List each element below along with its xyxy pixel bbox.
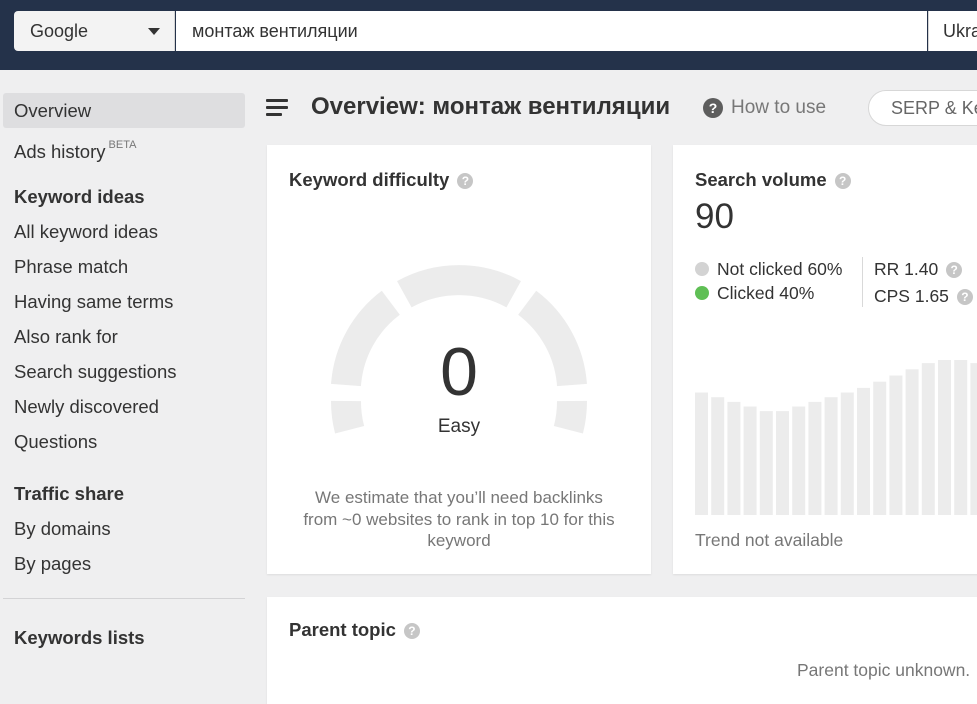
question-circle-icon[interactable]: ? (834, 173, 851, 189)
question-circle-icon[interactable]: ? (956, 289, 973, 305)
sidebar-item-by-domains[interactable]: By domains (3, 511, 245, 546)
sidebar-item-label: Also rank for (14, 326, 118, 347)
traffic-share-heading: Traffic share (14, 483, 125, 504)
search-engine-label: Google (30, 21, 89, 41)
top-search-bar: Google Ukraine (0, 0, 977, 70)
trend-bar (808, 401, 822, 515)
search-volume-title: Search volume? (695, 169, 851, 191)
sidebar-item-all-keyword-ideas[interactable]: All keyword ideas (3, 214, 245, 249)
sidebar-item-search-suggestions[interactable]: Search suggestions (3, 354, 245, 389)
keyword-ideas-heading: Keyword ideas (14, 186, 145, 207)
not-clicked-dot (695, 262, 709, 276)
sidebar-item-phrase-match[interactable]: Phrase match (3, 249, 245, 284)
sidebar-item-label: Overview (14, 100, 92, 121)
caret-down-icon (148, 28, 160, 35)
trend-bar (970, 363, 977, 515)
country-select[interactable]: Ukraine (928, 11, 977, 51)
parent-topic-unknown-note: Parent topic unknown. (797, 660, 971, 680)
sidebar-divider (3, 598, 245, 599)
keyword-difficulty-title: Keyword difficulty? (289, 169, 474, 191)
sidebar-item-overview[interactable]: Overview (3, 93, 245, 128)
difficulty-score: 0 (440, 334, 478, 410)
country-label: Ukraine (943, 21, 977, 41)
sidebar-item-label: Search suggestions (14, 361, 177, 382)
sidebar-item-label: Phrase match (14, 256, 129, 277)
clicked-label: Clicked 40% (717, 283, 815, 303)
not-clicked-label: Not clicked 60% (717, 259, 843, 279)
sidebar-item-also-rank-for[interactable]: Also rank for (3, 319, 245, 354)
keyword-difficulty-title-text: Keyword difficulty (289, 169, 450, 190)
trend-bar (889, 375, 903, 515)
parent-topic-title: Parent topic? (289, 619, 420, 641)
trend-bar (905, 369, 919, 515)
search-volume-card: Search volume? 90 Not clicked 60% Clicke… (673, 145, 977, 574)
sidebar-item-label: All keyword ideas (14, 221, 158, 242)
trend-bar (921, 363, 935, 515)
page-title: Overview: монтаж вентиляции (311, 93, 671, 120)
sidebar-item-questions[interactable]: Questions (3, 424, 245, 459)
sidebar-item-label: Having same terms (14, 291, 174, 312)
cps-metric: CPS 1.65? (874, 286, 973, 307)
sidebar-item-having-same-terms[interactable]: Having same terms (3, 284, 245, 319)
parent-topic-title-text: Parent topic (289, 619, 396, 640)
trend-not-available-note: Trend not available (695, 530, 844, 550)
sidebar: Overview Ads history BETA Keyword ideas A… (0, 70, 266, 704)
keyword-difficulty-card: Keyword difficulty? 0 Easy We estimate t… (267, 145, 651, 574)
search-volume-value: 90 (695, 197, 734, 236)
parent-topic-card: Parent topic? Parent topic unknown. (267, 597, 977, 704)
trend-bar (873, 381, 887, 515)
search-volume-trend-chart (695, 360, 977, 515)
keyword-search-input[interactable] (176, 11, 927, 51)
trend-bar (711, 397, 725, 515)
serp-keywords-label: SERP & Keywords (891, 98, 977, 118)
sidebar-item-label: Questions (14, 431, 98, 452)
search-engine-select[interactable]: Google (14, 11, 175, 51)
how-to-use-link[interactable]: ? How to use (703, 97, 826, 119)
trend-bar (743, 406, 757, 515)
sidebar-item-label: By domains (14, 518, 111, 539)
sidebar-item-label: Newly discovered (14, 396, 159, 417)
sidebar-item-ads-history[interactable]: Ads history BETA (3, 128, 245, 163)
sidebar-item-label: By pages (14, 553, 92, 574)
difficulty-label: Easy (437, 416, 481, 437)
trend-bar (857, 387, 870, 515)
trend-bar (954, 360, 968, 515)
rr-label: RR 1.40 (874, 259, 939, 279)
keywords-lists-heading[interactable]: Keywords lists (14, 627, 145, 649)
backlinks-estimate-note: We estimate that you’ll need backlinks f… (303, 488, 615, 550)
question-circle-icon: ? (703, 98, 723, 118)
serp-keywords-button[interactable]: SERP & Keywords (868, 90, 977, 126)
sidebar-item-label: Ads history (14, 141, 106, 162)
clicked-legend: Clicked 40% (695, 283, 814, 304)
sidebar-item-newly-discovered[interactable]: Newly discovered (3, 389, 245, 424)
clicked-dot (695, 286, 709, 300)
trend-bar (824, 397, 838, 515)
not-clicked-legend: Not clicked 60% (695, 259, 842, 280)
metrics-divider (862, 257, 863, 307)
question-circle-icon[interactable]: ? (946, 262, 963, 278)
how-to-use-label: How to use (731, 97, 827, 118)
question-circle-icon[interactable]: ? (403, 623, 420, 639)
gauge-segment-3 (397, 265, 521, 308)
sidebar-item-by-pages[interactable]: By pages (3, 546, 245, 581)
rr-metric: RR 1.40? (874, 259, 963, 280)
trend-bar (840, 392, 854, 515)
trend-bar (695, 392, 708, 515)
question-circle-icon[interactable]: ? (457, 173, 474, 189)
beta-badge: BETA (108, 139, 137, 151)
trend-bar (776, 411, 789, 515)
trend-bar (727, 401, 741, 515)
trend-bar (792, 406, 806, 515)
cps-label: CPS 1.65 (874, 286, 949, 306)
trend-bar (759, 411, 773, 515)
trend-bar (938, 360, 951, 515)
search-volume-title-text: Search volume (695, 169, 827, 190)
hamburger-icon[interactable] (266, 98, 288, 116)
